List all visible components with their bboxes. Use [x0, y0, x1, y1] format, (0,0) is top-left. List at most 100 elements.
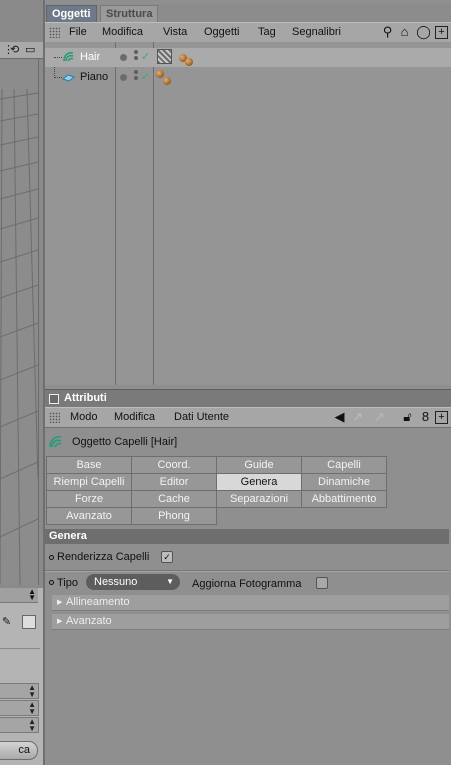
tab-forze[interactable]: Forze: [46, 490, 132, 508]
viewport-toolbar: ⋮ ⟲ ▭: [0, 42, 43, 59]
divider: [45, 570, 449, 572]
attributes-header: Attributi: [45, 389, 451, 407]
enabled-check-icon[interactable]: ✓: [141, 70, 150, 83]
menu-dati-utente[interactable]: Dati Utente: [174, 411, 229, 423]
new-panel-icon[interactable]: +: [435, 411, 448, 424]
grip-icon[interactable]: [49, 27, 60, 38]
tipo-value: Nessuno: [94, 576, 138, 588]
window-icon[interactable]: ▭: [25, 43, 35, 56]
forward-arrow-icon[interactable]: ↗: [372, 409, 387, 424]
left-lower-panel: ▲ ▼ ✎ ▲ ▼ ▲ ▼ ▲ ▼: [0, 588, 43, 765]
tab-cache[interactable]: Cache: [131, 490, 217, 508]
tab-dinamiche[interactable]: Dinamiche: [301, 473, 387, 491]
group-label: Avanzato: [66, 615, 112, 627]
tab-abbattimento[interactable]: Abbattimento: [301, 490, 387, 508]
back-arrow-icon[interactable]: ◀: [332, 409, 347, 424]
attributes-title: Attributi: [64, 392, 107, 404]
left-icons-row: ✎: [0, 612, 43, 632]
animation-dot-icon[interactable]: [49, 555, 54, 560]
left-action-button[interactable]: ca: [0, 741, 38, 760]
left-panel: ⋮ ⟲ ▭ ▲ ▼ ✎ ▲ ▼ ▲ ▼ ▲ ▼ ca: [0, 0, 43, 765]
enabled-check-icon[interactable]: ✓: [141, 50, 150, 63]
section-header-genera: Genera: [45, 529, 449, 544]
tab-genera[interactable]: Genera: [216, 473, 302, 491]
object-name: Piano: [80, 71, 109, 83]
render-dots[interactable]: [134, 70, 139, 82]
tab-capelli[interactable]: Capelli: [301, 456, 387, 474]
link-icon[interactable]: 8: [418, 409, 433, 424]
expand-triangle-icon[interactable]: ▶: [57, 598, 62, 606]
hair-material-tag-icon[interactable]: [157, 49, 172, 64]
up-arrow-icon[interactable]: ↗: [350, 409, 365, 424]
home-icon[interactable]: ⌂: [397, 24, 412, 39]
left-field[interactable]: ▲ ▼: [0, 588, 38, 603]
attributes-menubar: Modo Modifica Dati Utente ◀ ↗ ↗ 🔓︎ 8 +: [45, 407, 451, 428]
menu-segnalibri[interactable]: Segnalibri: [292, 26, 341, 38]
render-dots[interactable]: [134, 50, 139, 62]
left-stepper-3[interactable]: ▲ ▼: [0, 717, 39, 733]
object-row-piano[interactable]: Piano ✓: [45, 68, 451, 87]
tab-riempi-capelli[interactable]: Riempi Capelli: [46, 473, 132, 491]
visibility-dot[interactable]: [120, 54, 127, 61]
hair-icon: [63, 52, 74, 62]
object-manager-tabbar: Oggetti Struttura: [45, 4, 451, 24]
visibility-dot[interactable]: [120, 74, 127, 81]
unlock-icon[interactable]: 🔓︎: [400, 409, 415, 424]
tab-separazioni[interactable]: Separazioni: [216, 490, 302, 508]
brush-icon[interactable]: ✎: [2, 615, 11, 628]
chevron-down-icon: ▼: [166, 577, 174, 586]
tab-coord[interactable]: Coord.: [131, 456, 217, 474]
stepper-arrows-icon[interactable]: ▲ ▼: [28, 718, 36, 733]
menu-vista[interactable]: Vista: [163, 26, 187, 38]
document-icon[interactable]: [22, 615, 36, 629]
menu-modo[interactable]: Modo: [70, 411, 98, 423]
tag-icon[interactable]: [156, 70, 164, 78]
viewport-grid: [0, 88, 38, 585]
menu-oggetti[interactable]: Oggetti: [204, 26, 239, 38]
viewport[interactable]: [0, 59, 39, 585]
section-title: Genera: [49, 530, 87, 542]
new-panel-icon[interactable]: +: [435, 26, 448, 39]
column-divider: [153, 42, 154, 385]
panel-menu-icon[interactable]: [49, 394, 59, 404]
divider: [0, 648, 40, 649]
tab-phong[interactable]: Phong: [131, 507, 217, 525]
expand-triangle-icon[interactable]: ▶: [57, 617, 62, 625]
menu-modifica[interactable]: Modifica: [114, 411, 155, 423]
object-manager-menubar: File Modifica Vista Oggetti Tag Segnalib…: [45, 22, 451, 43]
layer-icon[interactable]: ◯: [416, 24, 431, 39]
search-icon[interactable]: ⚲: [380, 24, 395, 39]
tab-editor[interactable]: Editor: [131, 473, 217, 491]
animation-dot-icon[interactable]: [49, 580, 54, 585]
group-label: Allineamento: [66, 596, 130, 608]
hair-tag-icon-2[interactable]: [185, 58, 193, 66]
tab-base[interactable]: Base: [46, 456, 132, 474]
stepper-arrows-icon[interactable]: ▲ ▼: [28, 701, 36, 716]
menu-file[interactable]: File: [69, 26, 87, 38]
tipo-dropdown[interactable]: Nessuno ▼: [86, 574, 180, 590]
attribute-tabs: Base Coord. Guide Capelli Riempi Capelli…: [46, 456, 387, 525]
menu-modifica[interactable]: Modifica: [102, 26, 143, 38]
tab-avanzato[interactable]: Avanzato: [46, 507, 132, 525]
plane-icon: [62, 74, 75, 82]
render-hair-checkbox[interactable]: ✓: [161, 551, 173, 563]
render-hair-label: Renderizza Capelli: [57, 551, 150, 563]
object-row-hair[interactable]: Hair ✓: [45, 48, 451, 67]
stepper-arrows-icon[interactable]: ▲ ▼: [28, 588, 36, 602]
group-allineamento[interactable]: ▶ Allineamento: [52, 595, 449, 611]
aggiorna-fotogramma-checkbox[interactable]: [316, 577, 328, 589]
hair-icon: [49, 436, 62, 448]
grip-icon[interactable]: [49, 412, 60, 423]
stepper-arrows-icon[interactable]: ▲ ▼: [28, 684, 36, 699]
group-avanzato[interactable]: ▶ Avanzato: [52, 614, 449, 630]
object-list[interactable]: Hair ✓ Piano ✓: [45, 42, 451, 385]
sync-icon[interactable]: ⟲: [10, 43, 19, 56]
object-name: Hair: [80, 51, 101, 63]
tag-icon-2[interactable]: [163, 77, 171, 85]
menu-tag[interactable]: Tag: [258, 26, 276, 38]
tab-guide[interactable]: Guide: [216, 456, 302, 474]
object-title: Oggetto Capelli [Hair]: [72, 436, 178, 448]
left-stepper-1[interactable]: ▲ ▼: [0, 683, 39, 699]
tree-connector: [54, 57, 62, 58]
left-stepper-2[interactable]: ▲ ▼: [0, 700, 39, 716]
